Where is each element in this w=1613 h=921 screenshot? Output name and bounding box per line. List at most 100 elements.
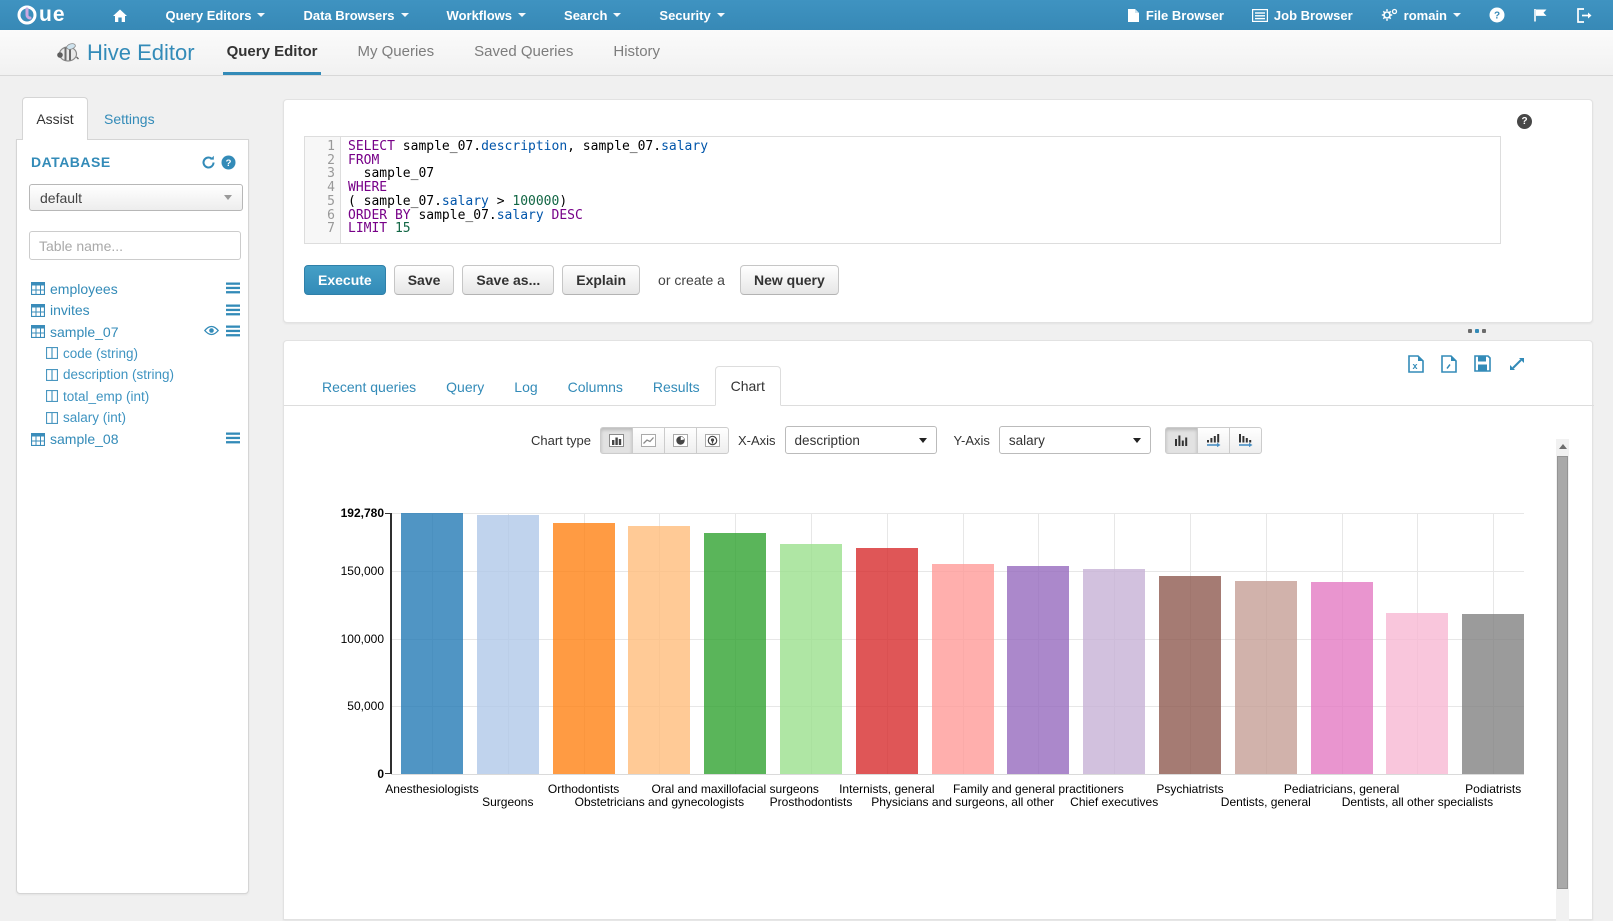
line-numbers-gutter: 1234567 bbox=[305, 137, 341, 243]
database-select[interactable]: default bbox=[29, 184, 243, 211]
bar-9[interactable] bbox=[1007, 566, 1069, 774]
table-name: sample_08 bbox=[50, 431, 119, 447]
file-browser-button[interactable]: File Browser bbox=[1127, 8, 1224, 23]
bar-3[interactable] bbox=[553, 523, 615, 774]
code-line: sample_07 bbox=[348, 167, 708, 181]
y-tick-label: 150,000 bbox=[312, 564, 384, 578]
table-list: employees invites sample_07code (string) de… bbox=[17, 278, 250, 450]
bar-1[interactable] bbox=[401, 513, 463, 774]
execute-button[interactable]: Execute bbox=[304, 265, 386, 295]
y-axis-line bbox=[390, 513, 392, 774]
hive-bee-icon bbox=[55, 42, 79, 64]
table-name: invites bbox=[50, 302, 90, 318]
table-details-button[interactable] bbox=[226, 325, 240, 337]
help-button[interactable]: ? bbox=[1489, 7, 1505, 23]
table-row[interactable]: employees bbox=[17, 278, 250, 300]
database-help-icon[interactable]: ? bbox=[221, 155, 236, 170]
bar-11[interactable] bbox=[1159, 576, 1221, 774]
table-icon bbox=[31, 282, 45, 295]
tab-settings[interactable]: Settings bbox=[104, 97, 155, 140]
menu-data-browsers[interactable]: Data Browsers bbox=[303, 8, 408, 23]
table-icon bbox=[31, 304, 45, 317]
menu-search[interactable]: Search bbox=[564, 8, 621, 23]
table-name: employees bbox=[50, 281, 118, 297]
bar-13[interactable] bbox=[1311, 582, 1373, 774]
table-row[interactable]: invites bbox=[17, 300, 250, 322]
bar-15[interactable] bbox=[1462, 614, 1524, 774]
tab-my-queries[interactable]: My Queries bbox=[353, 30, 438, 75]
preview-eye-button[interactable] bbox=[204, 325, 219, 337]
flag-icon bbox=[1533, 8, 1549, 22]
table-details-button[interactable] bbox=[226, 304, 240, 316]
tab-history[interactable]: History bbox=[609, 30, 664, 75]
menu-security[interactable]: Security bbox=[659, 8, 724, 23]
help-icon: ? bbox=[1489, 7, 1505, 23]
code-line: LIMIT 15 bbox=[348, 222, 708, 236]
logout-button[interactable] bbox=[1577, 8, 1593, 23]
menu-query-editors[interactable]: Query Editors bbox=[166, 8, 266, 23]
panel-resize-gripper[interactable] bbox=[1468, 329, 1486, 333]
column-row[interactable]: description (string) bbox=[17, 364, 250, 385]
bar-14[interactable] bbox=[1386, 613, 1448, 774]
table-row[interactable]: sample_08 bbox=[17, 428, 250, 450]
save-as-button[interactable]: Save as... bbox=[462, 265, 554, 295]
sql-code[interactable]: SELECT sample_07.description, sample_07.… bbox=[341, 137, 708, 243]
scrollbar-up-button[interactable] bbox=[1556, 439, 1569, 454]
table-details-button[interactable] bbox=[226, 282, 240, 294]
feedback-button[interactable] bbox=[1533, 8, 1549, 22]
caret-down-icon bbox=[401, 13, 409, 17]
menu-workflows[interactable]: Workflows bbox=[447, 8, 527, 23]
select-caret-icon bbox=[224, 195, 232, 200]
editor-help-icon[interactable]: ? bbox=[1517, 114, 1532, 129]
scrollbar-thumb[interactable] bbox=[1557, 456, 1568, 889]
code-line: SELECT sample_07.description, sample_07.… bbox=[348, 140, 708, 154]
column-row[interactable]: salary (int) bbox=[17, 407, 250, 428]
bar-4[interactable] bbox=[628, 526, 690, 775]
database-selected-value: default bbox=[40, 190, 82, 206]
save-button[interactable]: Save bbox=[394, 265, 455, 295]
user-name: romain bbox=[1404, 8, 1447, 23]
column-icon bbox=[46, 347, 58, 359]
code-line: FROM bbox=[348, 154, 708, 168]
explain-button[interactable]: Explain bbox=[562, 265, 640, 295]
table-details-button[interactable] bbox=[226, 432, 240, 444]
column-row[interactable]: code (string) bbox=[17, 343, 250, 364]
x-category-label: Dentists, general bbox=[1221, 795, 1311, 809]
job-browser-label: Job Browser bbox=[1274, 8, 1353, 23]
caret-down-icon bbox=[717, 13, 725, 17]
chart-scrollbar[interactable] bbox=[1556, 439, 1569, 921]
bar-6[interactable] bbox=[780, 544, 842, 774]
or-create-text: or create a bbox=[658, 272, 725, 288]
line-number: 6 bbox=[305, 209, 335, 223]
column-name: description (string) bbox=[63, 367, 174, 382]
refresh-icon[interactable] bbox=[201, 155, 216, 170]
bar-7[interactable] bbox=[856, 548, 918, 774]
new-query-button[interactable]: New query bbox=[740, 265, 839, 295]
user-menu[interactable]: romain bbox=[1381, 8, 1461, 23]
bar-8[interactable] bbox=[932, 564, 994, 774]
bar-5[interactable] bbox=[704, 533, 766, 775]
home-icon bbox=[112, 8, 128, 23]
menu-label: Data Browsers bbox=[303, 8, 394, 23]
bar-10[interactable] bbox=[1083, 569, 1145, 774]
bar-12[interactable] bbox=[1235, 581, 1297, 774]
job-browser-button[interactable]: Job Browser bbox=[1252, 8, 1353, 23]
x-category-label: Family and general practitioners bbox=[953, 782, 1124, 796]
caret-down-icon bbox=[518, 13, 526, 17]
list-panel-icon bbox=[1252, 9, 1268, 22]
table-row[interactable]: sample_07 bbox=[17, 321, 250, 343]
line-number: 4 bbox=[305, 181, 335, 195]
home-button[interactable] bbox=[112, 8, 128, 23]
tab-saved-queries[interactable]: Saved Queries bbox=[470, 30, 577, 75]
hue-logo[interactable]: ue bbox=[16, 3, 66, 27]
table-filter-input[interactable] bbox=[29, 231, 241, 260]
x-axis-line bbox=[391, 774, 1524, 775]
tab-query-editor[interactable]: Query Editor bbox=[223, 30, 322, 75]
table-icon bbox=[31, 325, 45, 338]
column-row[interactable]: total_emp (int) bbox=[17, 386, 250, 407]
bar-2[interactable] bbox=[477, 515, 539, 774]
sql-editor[interactable]: 1234567 SELECT sample_07.description, sa… bbox=[304, 136, 1501, 244]
caret-down-icon bbox=[1453, 13, 1461, 17]
tab-assist[interactable]: Assist bbox=[22, 97, 88, 140]
code-line: WHERE bbox=[348, 181, 708, 195]
